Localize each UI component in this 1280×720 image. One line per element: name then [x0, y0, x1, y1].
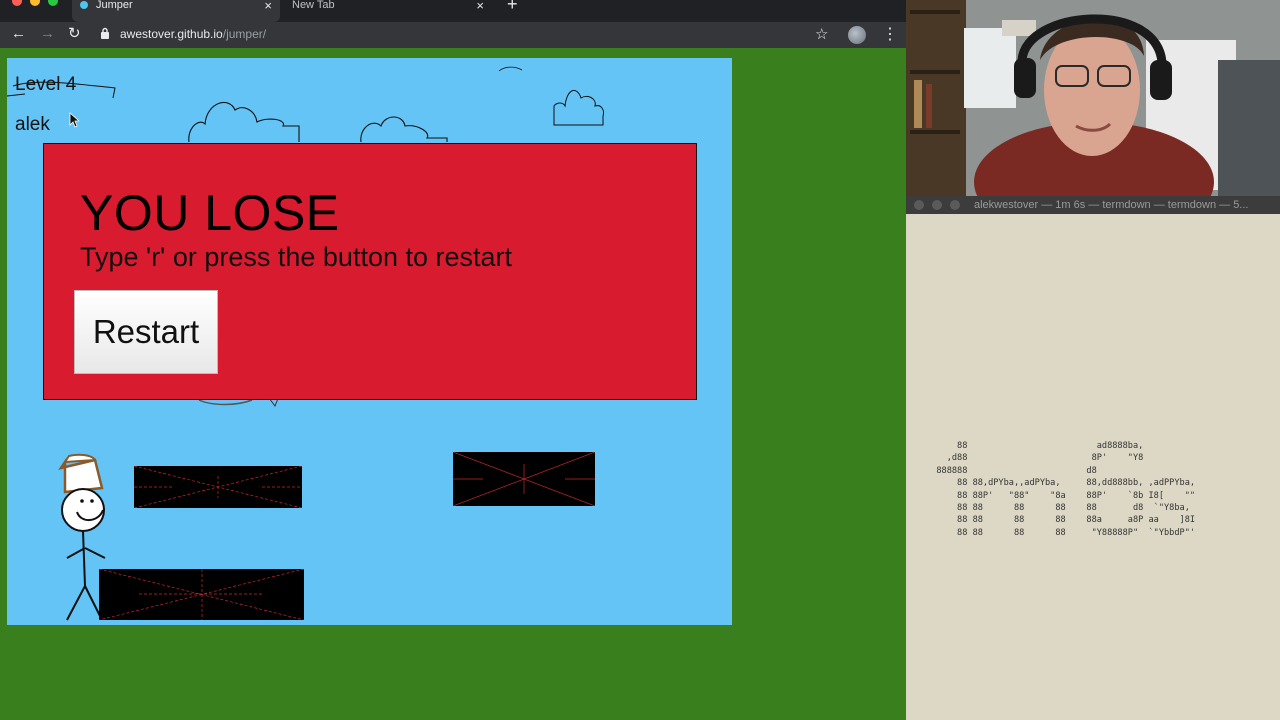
maximize-window-icon[interactable]: [950, 200, 960, 210]
tab-new-tab[interactable]: New Tab ×: [284, 0, 492, 22]
extension-icon[interactable]: [848, 26, 866, 44]
close-tab-icon[interactable]: ×: [264, 0, 272, 13]
new-tab-button[interactable]: +: [507, 0, 518, 15]
platform: [134, 466, 302, 508]
webcam-feed: [906, 0, 1280, 196]
platform: [99, 569, 304, 620]
star-icon[interactable]: ☆: [815, 25, 828, 43]
terminal-titlebar: alekwestover — 1m 6s — termdown — termdo…: [906, 196, 1280, 214]
restart-button[interactable]: Restart: [74, 290, 218, 374]
forward-arrow-icon[interactable]: →: [40, 25, 55, 43]
tab-bar: Jumper × New Tab × +: [0, 0, 906, 22]
terminal-window: alekwestover — 1m 6s — termdown — termdo…: [906, 196, 1280, 720]
browser-toolbar: ← → ↻ awestover.github.io/jumper/ ☆ ⋮: [0, 22, 906, 48]
platform: [453, 452, 595, 506]
close-window-icon[interactable]: [12, 0, 22, 6]
game-over-panel: YOU LOSE Type 'r' or press the button to…: [43, 143, 697, 400]
maximize-window-icon[interactable]: [48, 0, 58, 6]
game-over-title: YOU LOSE: [80, 185, 340, 241]
tab-title: Jumper: [96, 0, 133, 11]
mouse-cursor-icon: [69, 112, 79, 128]
tab-jumper[interactable]: Jumper ×: [72, 0, 280, 22]
browser-window: Jumper × New Tab × + ← → ↻ awestover.git…: [0, 0, 906, 720]
countdown-ascii-art: 88 ad8888ba, ,d88 8P' "Y8 888888 d8 88 8…: [936, 441, 1196, 538]
restart-instructions: Type 'r' or press the button to restart: [80, 242, 513, 272]
tab-title: New Tab: [292, 0, 335, 11]
webcam-image: [906, 0, 1280, 196]
player-name-label: alek: [15, 114, 50, 135]
terminal-title: alekwestover — 1m 6s — termdown — termdo…: [974, 199, 1249, 211]
favicon-icon: [80, 1, 88, 9]
minimize-window-icon[interactable]: [932, 200, 942, 210]
kebab-menu-icon[interactable]: ⋮: [882, 24, 898, 44]
minimize-window-icon[interactable]: [30, 0, 40, 6]
url-path: /jumper/: [222, 27, 267, 41]
address-bar[interactable]: awestover.github.io/jumper/: [98, 22, 838, 46]
lock-icon: [98, 27, 112, 42]
close-window-icon[interactable]: [914, 200, 924, 210]
game-canvas[interactable]: Level 4 alek YOU LOSE Type 'r' or press …: [7, 58, 732, 625]
back-arrow-icon[interactable]: ←: [11, 25, 26, 43]
url-host: awestover.github.io: [120, 27, 223, 41]
reload-icon[interactable]: ↻: [68, 25, 81, 43]
close-tab-icon[interactable]: ×: [476, 0, 484, 13]
level-label: Level 4: [15, 74, 77, 95]
